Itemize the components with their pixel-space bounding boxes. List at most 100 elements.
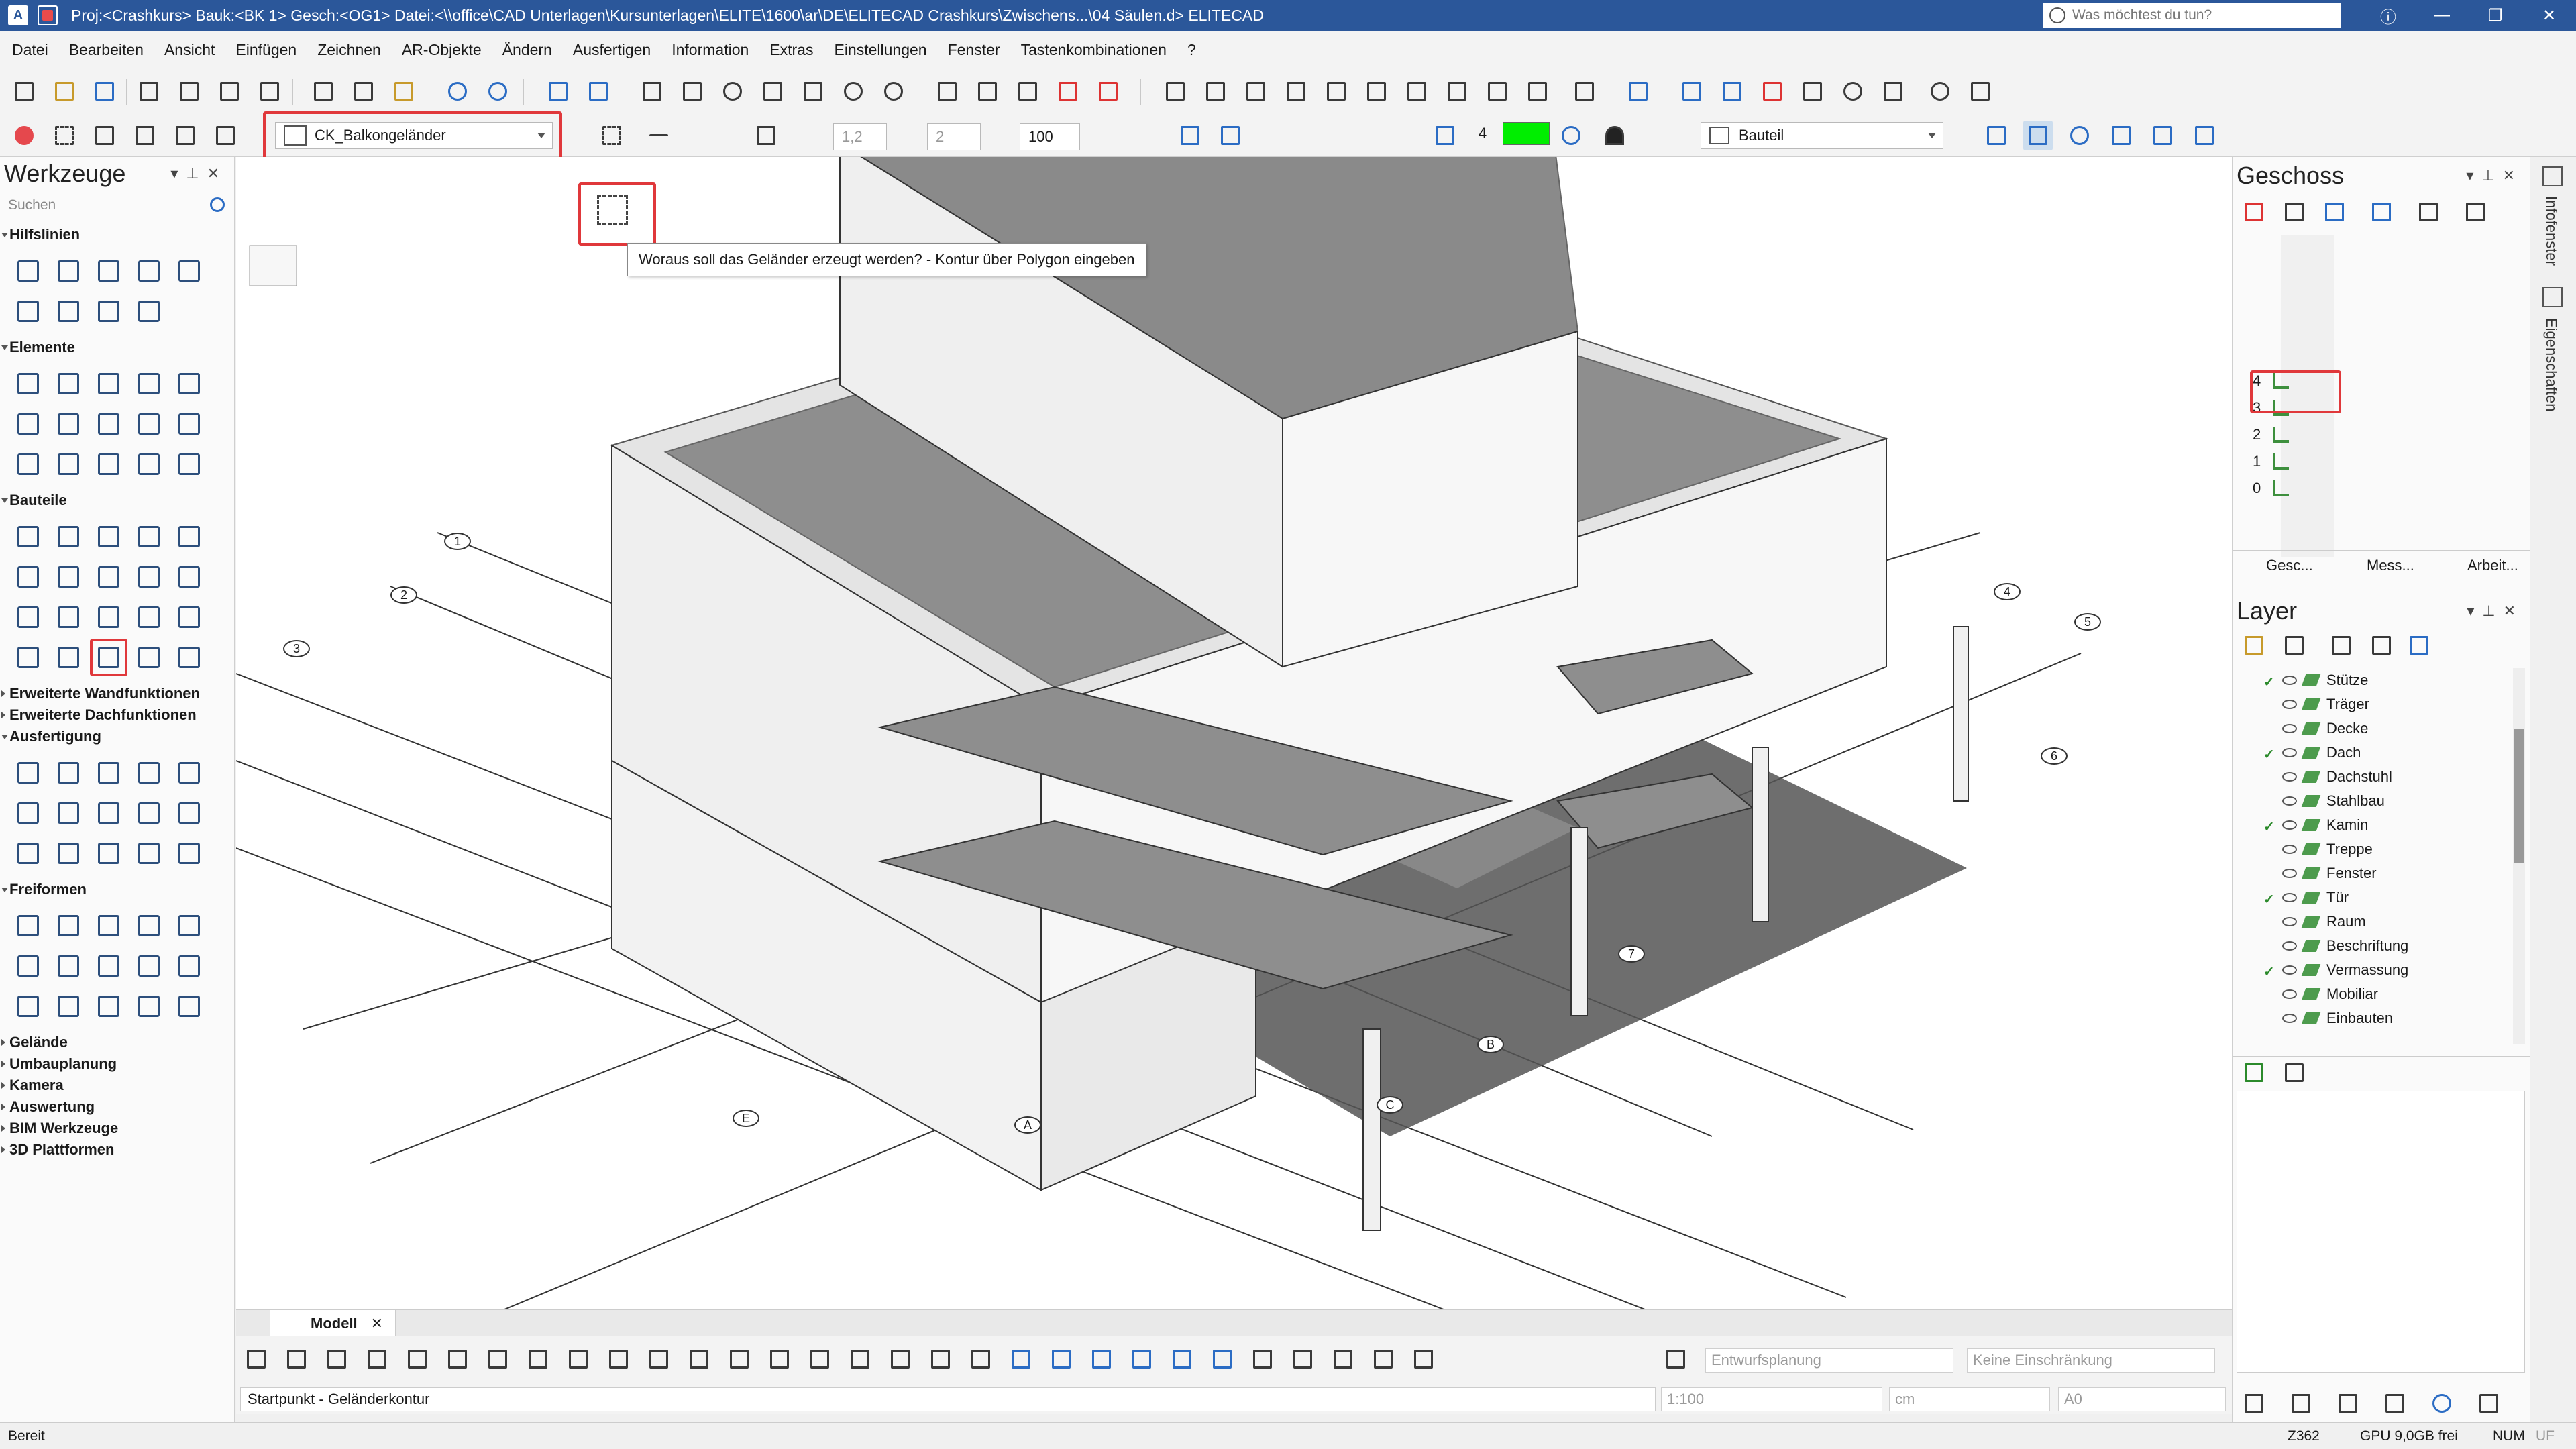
save-icon[interactable] — [90, 76, 119, 106]
view-mode-4-icon[interactable] — [362, 1344, 392, 1374]
eye-icon[interactable] — [2282, 748, 2297, 757]
group-1-tool-2-icon[interactable] — [47, 362, 87, 402]
draw-polygon-icon[interactable] — [2190, 121, 2219, 150]
view-mode-17-icon[interactable] — [885, 1344, 915, 1374]
view-mode-25-icon[interactable] — [1208, 1344, 1237, 1374]
align-grid-icon[interactable] — [1175, 121, 1205, 150]
restore-button[interactable]: ❐ — [2469, 6, 2522, 25]
eye-icon[interactable] — [2282, 893, 2297, 902]
group-2-tool-19-icon[interactable] — [127, 636, 168, 676]
bottom-icon-4[interactable] — [2380, 1389, 2410, 1418]
tab-infofenster[interactable]: Infofenster — [2542, 196, 2560, 266]
group-2[interactable]: Bauteile — [0, 490, 234, 511]
layer-row[interactable]: Beschriftung — [2263, 934, 2408, 958]
view-6-icon[interactable] — [1362, 76, 1391, 106]
layer-active-icon[interactable] — [2263, 770, 2277, 784]
unit-select[interactable]: cm — [1889, 1387, 2050, 1411]
group-1-tool-7-icon[interactable] — [47, 402, 87, 443]
ausfertigung-tool-15-icon[interactable] — [168, 832, 208, 872]
geschoss-list-icon[interactable] — [2279, 197, 2309, 227]
view-mode-16-icon[interactable] — [845, 1344, 875, 1374]
draw-contour-icon[interactable] — [2148, 121, 2178, 150]
layer-row[interactable]: Raum — [2263, 910, 2366, 934]
menu-ausfertigen[interactable]: Ausfertigen — [573, 41, 651, 59]
menu-information[interactable]: Information — [672, 41, 749, 59]
group-0-tool-5-icon[interactable] — [168, 250, 208, 290]
view-9-icon[interactable] — [1483, 76, 1512, 106]
view-5-icon[interactable] — [1322, 76, 1351, 106]
view-16-icon[interactable] — [1798, 76, 1827, 106]
freiformen-tool-7-icon[interactable] — [47, 945, 87, 985]
group-collapsed-a-0[interactable]: Erweiterte Wandfunktionen — [0, 683, 234, 704]
layer-row[interactable]: ✓ Dach — [2263, 741, 2361, 765]
eye-icon[interactable] — [2282, 772, 2297, 782]
tool-rotate-icon[interactable] — [718, 76, 747, 106]
view-mode-20-icon[interactable] — [1006, 1344, 1036, 1374]
freiformen-tool-5-icon[interactable] — [168, 904, 208, 945]
tool-duplicate-icon[interactable] — [678, 76, 707, 106]
filter-area[interactable] — [2237, 1091, 2525, 1373]
layer-active-icon[interactable] — [2263, 939, 2277, 953]
tool-trim-icon[interactable] — [973, 76, 1002, 106]
info-icon[interactable]: ⓘ — [2361, 4, 2415, 28]
layer-row[interactable]: Einbauten — [2263, 1006, 2393, 1030]
view-mode-5-icon[interactable] — [402, 1344, 432, 1374]
eye-icon[interactable] — [2282, 724, 2297, 733]
color-swatch[interactable] — [1503, 122, 1550, 145]
view-mode-26-icon[interactable] — [1248, 1344, 1277, 1374]
view-mode-18-icon[interactable] — [926, 1344, 955, 1374]
group-2-tool-2-icon[interactable] — [47, 515, 87, 555]
geschoss-row[interactable]: 1 — [2233, 449, 2367, 474]
view-mode-19-icon[interactable] — [966, 1344, 996, 1374]
view-mode-28-icon[interactable] — [1328, 1344, 1358, 1374]
group-2-tool-5-icon[interactable] — [168, 515, 208, 555]
print-icon[interactable] — [134, 76, 164, 106]
group-1-tool-11-icon[interactable] — [7, 443, 47, 483]
freiformen-tool-10-icon[interactable] — [168, 945, 208, 985]
layer-active-icon[interactable] — [2263, 987, 2277, 1001]
group-2-tool-18-icon[interactable] — [87, 636, 127, 676]
ausfertigung-tool-6-icon[interactable] — [7, 792, 47, 832]
view-4-icon[interactable] — [1281, 76, 1311, 106]
ausfertigung-tool-5-icon[interactable] — [168, 751, 208, 792]
tool-scale-icon[interactable] — [798, 76, 828, 106]
menu-einfuegen[interactable]: Einfügen — [235, 41, 297, 59]
view-13-icon[interactable] — [1677, 76, 1707, 106]
quick-access-icon[interactable] — [38, 5, 58, 25]
view-mode-13-icon[interactable] — [724, 1344, 754, 1374]
plan-select[interactable]: Entwurfsplanung — [1705, 1348, 1953, 1373]
group-1-tool-12-icon[interactable] — [47, 443, 87, 483]
view-mode-22-icon[interactable] — [1087, 1344, 1116, 1374]
layer-active-icon[interactable] — [2263, 722, 2277, 735]
plot-icon[interactable] — [174, 76, 204, 106]
material-icon[interactable] — [1556, 121, 1586, 150]
layer-row[interactable]: ✓ Tür — [2263, 885, 2349, 910]
group-0-tool-7-icon[interactable] — [47, 290, 87, 330]
eye-icon[interactable] — [2282, 796, 2297, 806]
group-collapsed-b-0[interactable]: Gelände — [0, 1032, 234, 1053]
tool-array-icon[interactable] — [839, 76, 868, 106]
eye-icon[interactable] — [2282, 700, 2297, 709]
view-2-icon[interactable] — [1201, 76, 1230, 106]
group-2-tool-17-icon[interactable] — [47, 636, 87, 676]
group-0-tool-9-icon[interactable] — [127, 290, 168, 330]
menu-ansicht[interactable]: Ansicht — [164, 41, 215, 59]
layer-active-icon[interactable] — [2263, 867, 2277, 880]
ausfertigung-tool-12-icon[interactable] — [47, 832, 87, 872]
layer-active-icon[interactable]: ✓ — [2263, 818, 2277, 835]
draw-spline-icon[interactable] — [2106, 121, 2136, 150]
plan-icon[interactable] — [1661, 1344, 1690, 1374]
group-1-tool-13-icon[interactable] — [87, 443, 127, 483]
camera-walk-icon[interactable] — [1925, 76, 1955, 106]
layer-add-icon[interactable] — [2239, 631, 2269, 660]
group-2-tool-1-icon[interactable] — [7, 515, 47, 555]
pick-icon[interactable] — [170, 121, 200, 150]
freiformen-tool-14-icon[interactable] — [127, 985, 168, 1025]
ausfertigung-tool-4-icon[interactable] — [127, 751, 168, 792]
align-panel-icon[interactable] — [1216, 121, 1245, 150]
hatch-icon[interactable] — [1600, 121, 1629, 150]
menu-ar-objekte[interactable]: AR-Objekte — [402, 41, 482, 59]
view-12-icon[interactable] — [1623, 76, 1653, 106]
view-mode-8-icon[interactable] — [523, 1344, 553, 1374]
ausfertigung-tool-1-icon[interactable] — [7, 751, 47, 792]
